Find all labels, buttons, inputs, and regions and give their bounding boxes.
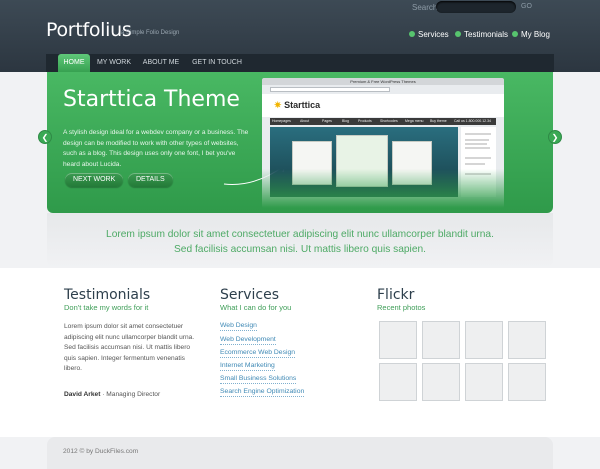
bullet-icon (512, 31, 518, 37)
testimonials-title: Testimonials (64, 287, 151, 303)
service-link-web-design[interactable]: Web Design (220, 322, 257, 331)
bullet-icon (409, 31, 415, 37)
flickr-photo[interactable] (463, 319, 505, 361)
preview-line (465, 133, 491, 135)
preview-logo: ✷ Starttica (274, 100, 320, 111)
preview-card (336, 135, 388, 187)
details-button[interactable]: DETAILS (128, 173, 173, 187)
nav-my-work[interactable]: MY WORK (94, 54, 134, 72)
preview-line (465, 157, 491, 159)
preview-nav-item: Blog (342, 119, 350, 123)
preview-card (292, 141, 332, 185)
main-nav: HOME MY WORK ABOUT ME GET IN TOUCH (46, 54, 554, 72)
next-work-button[interactable]: NEXT WORK (65, 173, 124, 187)
preview-nav-item: Mega menu (405, 119, 424, 123)
preview-logo-text: Starttica (284, 100, 321, 110)
testimonial-text: Lorem ipsum dolor sit amet consectetuer … (64, 323, 195, 372)
nav-home[interactable]: HOME (58, 54, 90, 72)
top-link-services[interactable]: Services (409, 30, 449, 39)
service-link-web-development[interactable]: Web Development (220, 336, 276, 345)
services-subtitle: What I can do for you (220, 303, 292, 312)
preview-line (465, 173, 491, 175)
preview-hero (270, 127, 458, 197)
preview-header: ✷ Starttica (262, 94, 504, 117)
theme-preview-image[interactable]: Premium & Free WordPress Themes ✷ Startt… (262, 78, 504, 208)
service-link-internet-marketing[interactable]: Internet Marketing (220, 362, 275, 371)
top-link-label: Services (418, 30, 449, 39)
copyright-text: 2012 © by DuckFiles.com (63, 448, 139, 455)
right-arrow-icon[interactable]: ❯ (548, 130, 562, 144)
preview-sidebar (461, 127, 496, 197)
preview-window-title: Premium & Free WordPress Themes (262, 78, 504, 85)
bullet-icon (455, 31, 461, 37)
flickr-photo[interactable] (377, 361, 419, 403)
preview-line (465, 147, 490, 149)
flickr-subtitle: Recent photos (377, 303, 426, 312)
featured-banner: Starttica Theme A stylish design ideal f… (47, 72, 553, 213)
service-link-seo[interactable]: Search Engine Optimization (220, 388, 305, 397)
services-title: Services (220, 287, 280, 303)
preview-nav: Homepages About Pages Blog Products Shor… (270, 118, 496, 125)
top-link-testimonials[interactable]: Testimonials (455, 30, 508, 39)
nav-get-in-touch[interactable]: GET IN TOUCH (188, 54, 246, 72)
preview-nav-item: About (300, 119, 310, 123)
search-label: Search (412, 3, 438, 12)
site-footer: 2012 © by DuckFiles.com (47, 437, 553, 469)
star-icon: ✷ (274, 100, 282, 110)
author-role: Managing Director (106, 391, 161, 398)
preview-line (465, 143, 487, 145)
flickr-photo[interactable] (506, 319, 548, 361)
service-link-ecommerce[interactable]: Ecommerce Web Design (220, 349, 296, 358)
testimonial-author: David Arket · Managing Director (64, 391, 161, 398)
flickr-photo[interactable] (506, 361, 548, 403)
preview-nav-item: Homepages (272, 119, 291, 123)
preview-line (465, 139, 489, 141)
flickr-photo[interactable] (420, 319, 462, 361)
flickr-title: Flickr (377, 287, 415, 303)
preview-card (392, 141, 432, 185)
top-link-blog[interactable]: My Blog (512, 30, 550, 39)
preview-nav-item: Call us 1.800.000.12.34 (454, 119, 491, 123)
flickr-photo[interactable] (377, 319, 419, 361)
service-link-small-business[interactable]: Small Business Solutions (220, 375, 297, 384)
tagline-line-1: Lorem ipsum dolor sit amet consectetuer … (106, 229, 494, 240)
search-go-button[interactable]: GO (521, 3, 532, 10)
preview-nav-item: Shortcodes (380, 119, 398, 123)
testimonials-subtitle: Don't take my words for it (64, 303, 149, 312)
author-name: David Arket (64, 391, 101, 398)
flickr-photo[interactable] (420, 361, 462, 403)
preview-nav-item: Products (358, 119, 372, 123)
nav-about-me[interactable]: ABOUT ME (140, 54, 182, 72)
preview-url-bar (270, 87, 390, 92)
top-link-label: Testimonials (464, 30, 509, 39)
site-tagline: a Simple Folio Design (121, 30, 180, 36)
flickr-photo[interactable] (463, 361, 505, 403)
site-logo[interactable]: Portfolius (46, 19, 132, 41)
top-link-label: My Blog (521, 30, 550, 39)
tagline-line-2: Sed facilisis accumsan nisi. Ut mattis l… (174, 244, 426, 255)
banner-title: Starttica Theme (63, 87, 240, 112)
preview-nav-item: Buy theme (430, 119, 447, 123)
left-arrow-icon[interactable]: ❮ (38, 130, 52, 144)
intro-tagline: Lorem ipsum dolor sit amet consectetuer … (47, 213, 553, 268)
search-input[interactable] (436, 1, 516, 13)
preview-line (465, 163, 485, 165)
preview-nav-item: Pages (322, 119, 332, 123)
